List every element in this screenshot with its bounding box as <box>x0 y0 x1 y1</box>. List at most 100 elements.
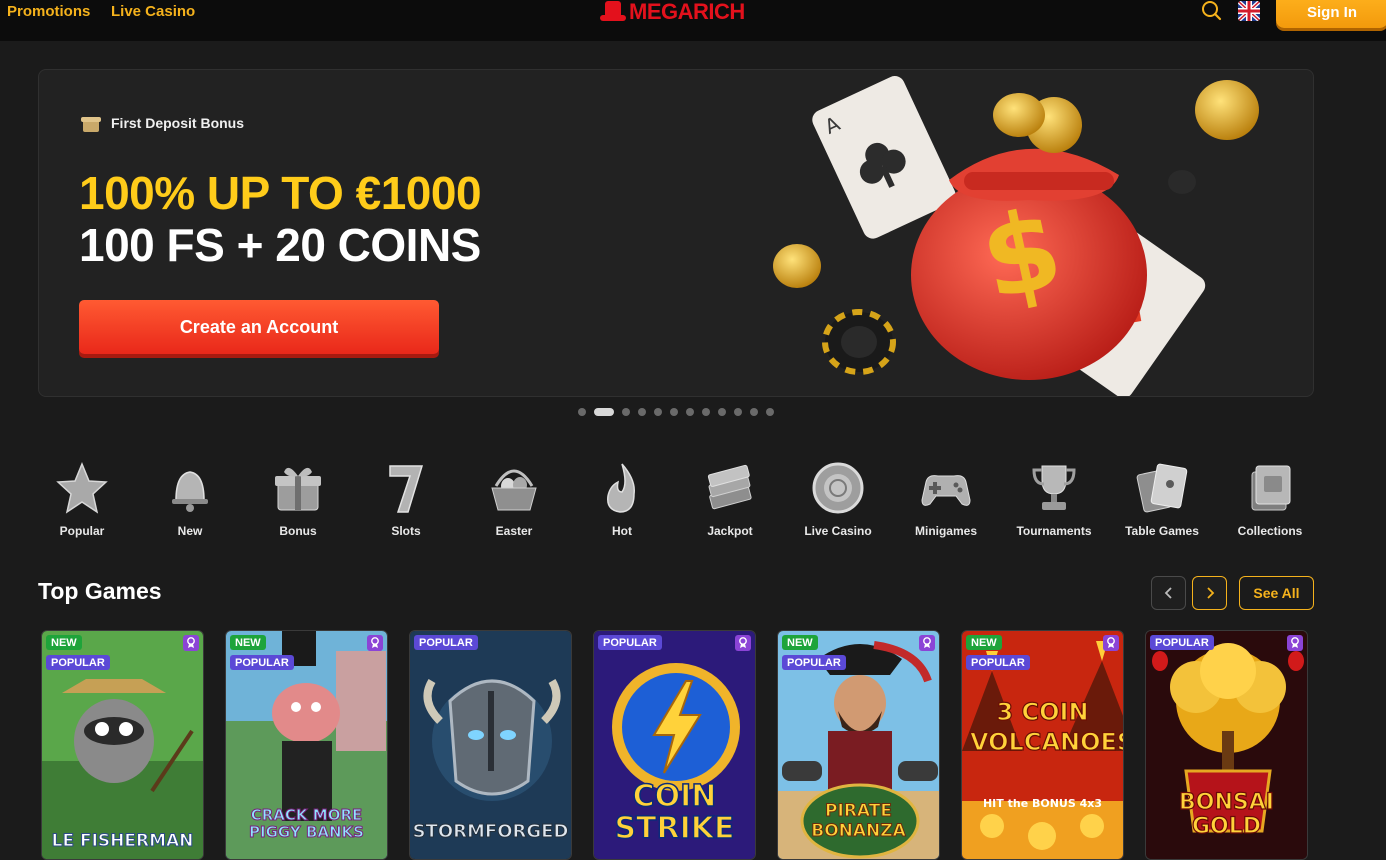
badge-new: NEW <box>230 635 266 650</box>
award-icon <box>923 637 931 648</box>
top-games-prev-button[interactable] <box>1151 576 1186 610</box>
game-title: PIRATE BONANZA <box>811 801 907 842</box>
favorite-button[interactable] <box>1287 635 1303 651</box>
badge-new: NEW <box>966 635 1002 650</box>
category-live-casino[interactable]: Live Casino <box>784 460 892 538</box>
badge-popular: POPULAR <box>46 655 110 670</box>
chevron-right-icon <box>1206 587 1214 599</box>
category-label: Bonus <box>279 524 317 538</box>
favorite-button[interactable] <box>919 635 935 651</box>
badge-new: NEW <box>782 635 818 650</box>
category-slots[interactable]: Slots <box>352 460 460 538</box>
game-card-bonsai-gold[interactable]: BONSAI GOLD POPULAR <box>1145 630 1308 860</box>
flame-icon <box>607 463 635 513</box>
chevron-left-icon <box>1164 587 1172 599</box>
carousel-dot[interactable] <box>638 408 646 416</box>
category-label: Slots <box>391 524 421 538</box>
badge-popular: POPULAR <box>230 655 294 670</box>
megarich-logo[interactable]: MEGARICH <box>600 0 745 25</box>
star-icon <box>56 462 108 514</box>
bonus-tag: First Deposit Bonus <box>81 114 244 132</box>
category-hot[interactable]: Hot <box>568 460 676 538</box>
carousel-dot[interactable] <box>734 408 742 416</box>
carousel-dot[interactable] <box>670 408 678 416</box>
bonus-tag-label: First Deposit Bonus <box>111 115 245 131</box>
bonus-subheadline: 100 FS + 20 COINS <box>79 219 481 271</box>
nav-promotions-link[interactable]: Promotions <box>7 3 90 20</box>
category-new[interactable]: New <box>136 460 244 538</box>
category-minigames[interactable]: Minigames <box>892 460 1000 538</box>
promo-banner[interactable]: First Deposit Bonus 100% UP TO €1000 100… <box>38 69 1314 397</box>
category-label: Popular <box>59 524 105 538</box>
category-collections[interactable]: Collections <box>1216 460 1324 538</box>
favorite-button[interactable] <box>735 635 751 651</box>
game-subtitle: HIT the BONUS 4x3 <box>982 797 1103 810</box>
category-label: Hot <box>612 524 632 538</box>
game-card-3-coin-volcanoes[interactable]: 3 COIN VOLCANOES HIT the BONUS 4x3 NEW P… <box>961 630 1124 860</box>
logo-text: MEGARICH <box>629 0 745 24</box>
create-account-button[interactable]: Create an Account <box>79 300 439 354</box>
badge-new: NEW <box>46 635 82 650</box>
carousel-pagination <box>578 408 774 416</box>
search-button[interactable] <box>1200 0 1224 22</box>
award-icon <box>371 637 379 648</box>
nav-live-casino-link[interactable]: Live Casino <box>111 3 195 20</box>
game-title: STORMFORGED <box>412 821 569 843</box>
language-selector[interactable] <box>1238 1 1260 21</box>
category-table-games[interactable]: Table Games <box>1108 460 1216 538</box>
category-label: Table Games <box>1125 524 1199 538</box>
category-popular[interactable]: Popular <box>28 460 136 538</box>
badge-popular: POPULAR <box>966 655 1030 670</box>
game-card-pirate-bonanza[interactable]: PIRATE BONANZA NEW POPULAR <box>777 630 940 860</box>
sign-in-button[interactable]: Sign In <box>1276 0 1386 28</box>
game-card-stormforged[interactable]: STORMFORGED POPULAR <box>409 630 572 860</box>
money-bag-illustration: A A $ <box>773 76 1259 396</box>
category-label: Tournaments <box>1016 524 1092 538</box>
top-games-title: Top Games <box>38 578 162 604</box>
game-title: LE FISHERMAN <box>51 831 194 852</box>
favorite-button[interactable] <box>1103 635 1119 651</box>
carousel-dot[interactable] <box>578 408 586 416</box>
uk-flag-icon <box>1238 1 1260 21</box>
carousel-dot[interactable] <box>766 408 774 416</box>
carousel-dot[interactable] <box>654 408 662 416</box>
gift-icon <box>275 467 321 511</box>
carousel-dot[interactable] <box>686 408 694 416</box>
trophy-icon <box>1032 465 1076 510</box>
collection-icon <box>1251 465 1291 511</box>
game-title: 3 COIN VOLCANOES <box>969 697 1124 756</box>
cash-stack-icon <box>707 464 752 510</box>
category-tournaments[interactable]: Tournaments <box>1000 460 1108 538</box>
game-card-le-fisherman[interactable]: LE FISHERMAN NEW POPULAR <box>41 630 204 860</box>
search-icon <box>1202 1 1222 21</box>
see-all-button[interactable]: See All <box>1239 576 1314 610</box>
seven-icon <box>389 465 424 513</box>
category-label: Minigames <box>914 524 977 538</box>
favorite-button[interactable] <box>367 635 383 651</box>
category-easter[interactable]: Easter <box>460 460 568 538</box>
carousel-dot[interactable] <box>718 408 726 416</box>
category-bonus[interactable]: Bonus <box>244 460 352 538</box>
game-card-coin-strike[interactable]: COIN STRIKE POPULAR <box>593 630 756 860</box>
category-label: New <box>177 524 203 538</box>
category-label: Collections <box>1237 524 1303 538</box>
top-header: Promotions Live Casino MEGARICH Sign In <box>0 0 1386 41</box>
badge-popular: POPULAR <box>414 635 478 650</box>
award-icon <box>1107 637 1115 648</box>
top-games-next-button[interactable] <box>1192 576 1227 610</box>
badge-popular: POPULAR <box>782 655 846 670</box>
favorite-button[interactable] <box>183 635 199 651</box>
carousel-dot[interactable] <box>750 408 758 416</box>
category-jackpot[interactable]: Jackpot <box>676 460 784 538</box>
badge-popular: POPULAR <box>598 635 662 650</box>
bell-icon <box>172 471 208 512</box>
carousel-dot[interactable] <box>622 408 630 416</box>
gift-icon <box>81 114 101 132</box>
carousel-dot[interactable] <box>702 408 710 416</box>
category-label: Live Casino <box>804 524 872 538</box>
basket-icon <box>491 469 537 511</box>
award-icon <box>187 637 195 648</box>
chip-icon <box>812 462 864 514</box>
carousel-dot-active[interactable] <box>594 408 614 416</box>
game-card-crack-more-piggy-banks[interactable]: CRACK MORE PIGGY BANKS NEW POPULAR <box>225 630 388 860</box>
